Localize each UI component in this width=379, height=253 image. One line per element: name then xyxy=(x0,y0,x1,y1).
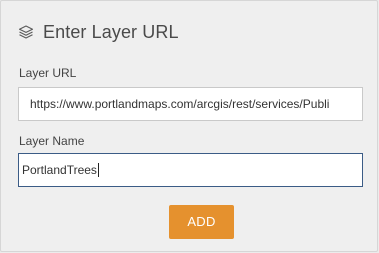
layer-url-input[interactable]: https://www.portlandmaps.com/arcgis/rest… xyxy=(18,87,363,121)
layer-name-input[interactable]: PortlandTrees xyxy=(18,153,363,187)
layer-url-label: Layer URL xyxy=(19,66,77,80)
layer-name-label: Layer Name xyxy=(19,134,85,148)
panel-title: Enter Layer URL xyxy=(43,21,179,42)
layer-url-value: https://www.portlandmaps.com/arcgis/rest… xyxy=(30,97,330,111)
enter-layer-url-panel: Enter Layer URL Layer URL https://www.po… xyxy=(0,0,378,252)
text-caret xyxy=(97,162,99,177)
panel-header: Enter Layer URL xyxy=(18,18,179,46)
add-button[interactable]: ADD xyxy=(169,205,234,239)
layer-name-value: PortlandTrees xyxy=(22,163,97,177)
layers-icon xyxy=(18,24,34,40)
